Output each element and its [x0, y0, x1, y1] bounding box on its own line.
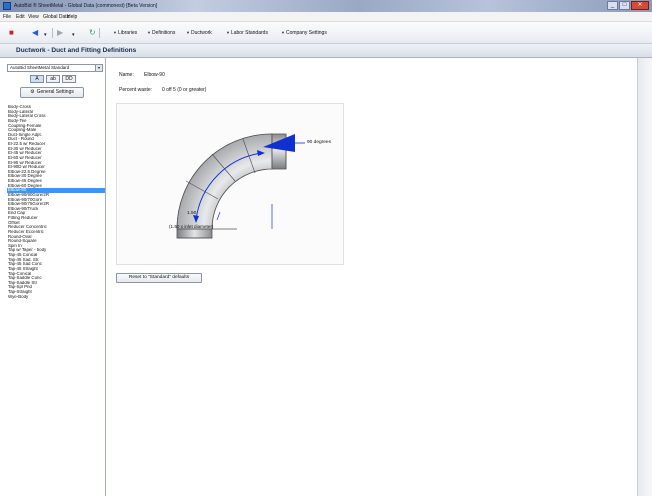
main-panel: Name: Elbow-90 Percent waste: 0 off 5 (0… — [107, 58, 637, 496]
standard-select[interactable]: AutoBid SheetMetal Standard ▾ — [7, 64, 103, 72]
menu-file[interactable]: File — [3, 14, 11, 20]
radius-label: 1.50 — [187, 211, 197, 216]
page-header: Ductwork - Duct and Fitting Definitions — [0, 44, 652, 58]
reset-defaults-button[interactable]: Reset to "Standard" defaults — [116, 273, 202, 283]
toolbar-labor-standards[interactable]: ▼Labor Standards — [226, 30, 268, 36]
elbow-illustration — [176, 133, 305, 239]
refresh-icon[interactable]: ↻ — [89, 29, 96, 37]
percent-waste-label: Percent waste: — [119, 87, 153, 93]
view-button-a[interactable]: A — [30, 75, 44, 83]
vertical-scrollbar[interactable] — [637, 58, 652, 496]
back-dropdown-icon[interactable]: ▾ — [44, 31, 47, 39]
toolbar-definitions[interactable]: ▼Definitions — [147, 30, 175, 36]
back-arrow-icon[interactable]: ◀ — [32, 29, 38, 37]
page-title: Ductwork - Duct and Fitting Definitions — [16, 47, 137, 54]
view-buttons: A ab DD — [30, 75, 76, 83]
view-button-dd[interactable]: DD — [62, 75, 76, 83]
name-value[interactable]: Elbow-90 — [144, 72, 165, 78]
window-title: AutoBid ® SheetMetal - Global Data (comm… — [14, 3, 158, 9]
sidebar-item[interactable]: Wye-Body — [7, 295, 105, 300]
maximize-button[interactable]: □ — [619, 1, 630, 10]
gear-icon: ⚙ — [30, 89, 35, 95]
app-icon — [3, 2, 11, 10]
toolbar-company-settings[interactable]: ▼Company Settings — [281, 30, 327, 36]
toolbar-libraries[interactable]: ▼Libraries — [113, 30, 137, 36]
menu-view[interactable]: View — [28, 14, 39, 20]
menu-edit[interactable]: Edit — [16, 14, 25, 20]
home-icon[interactable]: ■ — [9, 29, 14, 37]
toolbar: ■ ◀ ▾ ▶ ▾ ↻ ▼Libraries ▼Definitions ▼Duc… — [0, 22, 652, 44]
menu-help[interactable]: Help — [67, 14, 77, 20]
toolbar-separator — [52, 28, 53, 38]
forward-dropdown-icon[interactable]: ▾ — [72, 31, 75, 39]
elbow-diagram: 90 degrees 1.50 (1.50 x inlet diameter) — [116, 103, 344, 265]
view-button-ab[interactable]: ab — [46, 75, 60, 83]
name-label: Name: — [119, 72, 134, 78]
radius-note: (1.50 x inlet diameter) — [169, 224, 214, 229]
general-settings-button[interactable]: ⚙ General Settings — [20, 87, 84, 98]
toolbar-ductwork[interactable]: ▼Ductwork — [186, 30, 212, 36]
menu-global-data[interactable]: Global Data — [43, 14, 69, 20]
chevron-down-icon[interactable]: ▾ — [95, 65, 102, 71]
toolbar-separator — [99, 28, 100, 38]
angle-label: 90 degrees — [307, 140, 332, 145]
fitting-list: Body-Cross Body-Lateral Body-Lateral Cross… — [7, 105, 105, 299]
forward-arrow-icon[interactable]: ▶ — [57, 29, 63, 37]
title-bar: AutoBid ® SheetMetal - Global Data (comm… — [0, 0, 652, 12]
percent-waste-value[interactable]: 0 off 5 (0 or greater) — [162, 87, 206, 93]
close-button[interactable]: ✕ — [631, 1, 649, 10]
window-controls: _ □ ✕ — [607, 1, 649, 10]
minimize-button[interactable]: _ — [607, 1, 618, 10]
sidebar: AutoBid SheetMetal Standard ▾ A ab DD ⚙ G… — [0, 58, 106, 496]
menu-bar: File Edit View Global Data Help — [0, 12, 652, 22]
